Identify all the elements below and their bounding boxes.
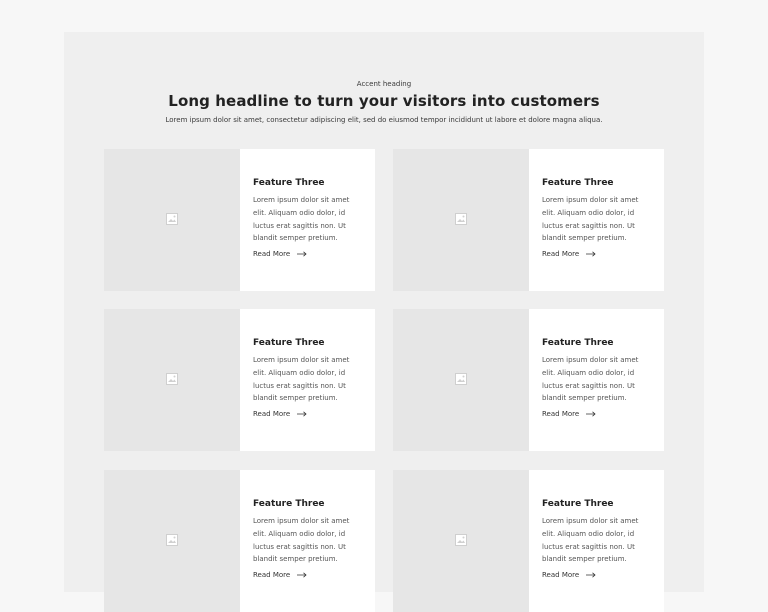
card-body: Lorem ipsum dolor sit amet elit. Aliquam… — [542, 196, 639, 243]
card-body: Lorem ipsum dolor sit amet elit. Aliquam… — [542, 517, 639, 564]
image-placeholder-icon — [455, 213, 467, 225]
page-subheading: Lorem ipsum dolor sit amet, consectetur … — [165, 116, 603, 124]
image-placeholder-icon — [455, 534, 467, 546]
feature-card: Feature Three Lorem ipsum dolor sit amet… — [104, 470, 375, 612]
read-more-link[interactable]: Read More — [253, 571, 307, 579]
card-title: Feature Three — [253, 338, 325, 348]
card-title: Feature Three — [253, 499, 325, 509]
page-headline: Long headline to turn your visitors into… — [168, 92, 600, 110]
feature-card: Feature Three Lorem ipsum dolor sit amet… — [393, 149, 664, 291]
card-body: Lorem ipsum dolor sit amet elit. Aliquam… — [542, 356, 639, 403]
card-image-placeholder — [393, 309, 529, 451]
read-more-label: Read More — [542, 250, 580, 258]
accent-heading: Accent heading — [356, 80, 412, 88]
read-more-link[interactable]: Read More — [253, 410, 307, 418]
feature-card: Feature Three Lorem ipsum dolor sit amet… — [104, 149, 375, 291]
card-title: Feature Three — [542, 178, 614, 188]
card-image-placeholder — [393, 470, 529, 612]
read-more-label: Read More — [542, 410, 580, 418]
image-placeholder-icon — [166, 373, 178, 385]
arrow-right-icon — [586, 251, 596, 257]
card-body: Lorem ipsum dolor sit amet elit. Aliquam… — [253, 196, 350, 243]
feature-card: Feature Three Lorem ipsum dolor sit amet… — [104, 309, 375, 451]
card-image-placeholder — [104, 309, 240, 451]
card-body: Lorem ipsum dolor sit amet elit. Aliquam… — [253, 356, 350, 403]
read-more-label: Read More — [253, 571, 291, 579]
features-section: Accent heading Long headline to turn you… — [64, 32, 704, 612]
card-title: Feature Three — [542, 499, 614, 509]
image-placeholder-icon — [166, 213, 178, 225]
feature-card: Feature Three Lorem ipsum dolor sit amet… — [393, 309, 664, 451]
arrow-right-icon — [297, 572, 307, 578]
read-more-label: Read More — [542, 571, 580, 579]
arrow-right-icon — [586, 411, 596, 417]
feature-card: Feature Three Lorem ipsum dolor sit amet… — [393, 470, 664, 612]
card-title: Feature Three — [542, 338, 614, 348]
read-more-link[interactable]: Read More — [542, 410, 596, 418]
image-placeholder-icon — [455, 373, 467, 385]
card-image-placeholder — [104, 149, 240, 291]
image-placeholder-icon — [166, 534, 178, 546]
card-image-placeholder — [393, 149, 529, 291]
card-title: Feature Three — [253, 178, 325, 188]
arrow-right-icon — [297, 411, 307, 417]
read-more-link[interactable]: Read More — [253, 250, 307, 258]
card-image-placeholder — [104, 470, 240, 612]
arrow-right-icon — [297, 251, 307, 257]
read-more-link[interactable]: Read More — [542, 571, 596, 579]
read-more-link[interactable]: Read More — [542, 250, 596, 258]
card-body: Lorem ipsum dolor sit amet elit. Aliquam… — [253, 517, 350, 564]
arrow-right-icon — [586, 572, 596, 578]
read-more-label: Read More — [253, 250, 291, 258]
read-more-label: Read More — [253, 410, 291, 418]
